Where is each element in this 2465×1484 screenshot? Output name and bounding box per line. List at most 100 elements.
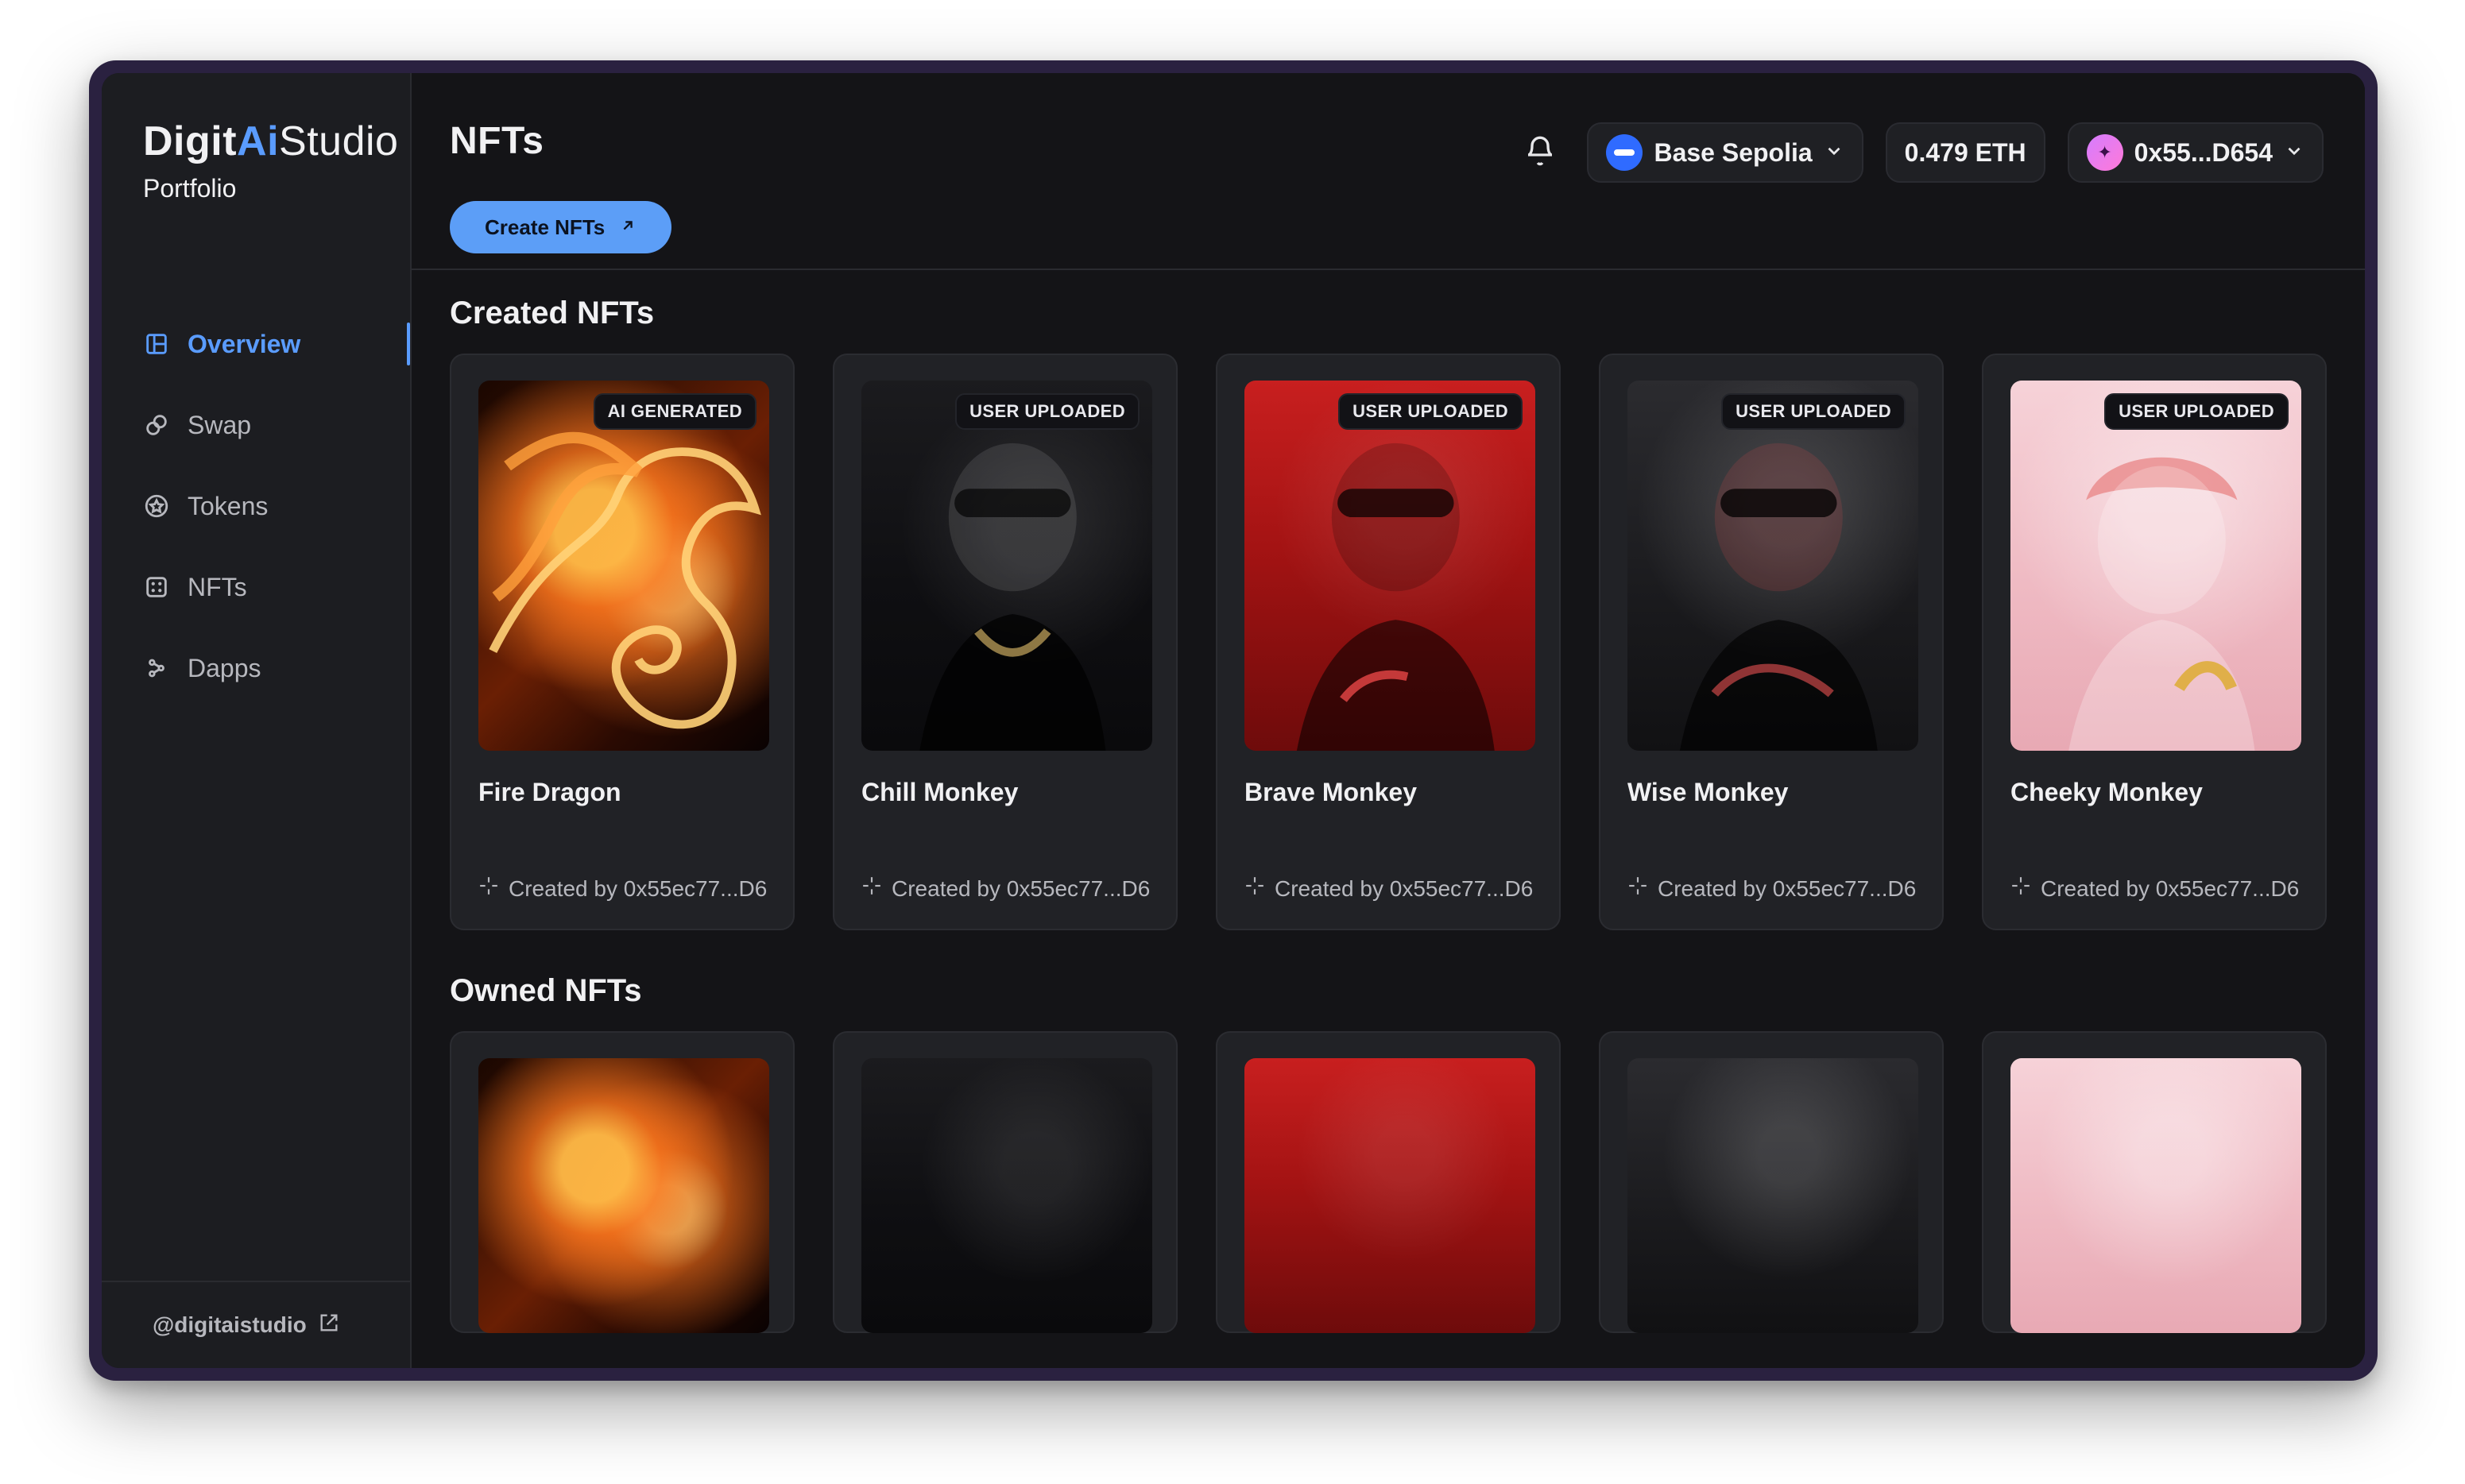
nft-name: Cheeky Monkey: [2010, 778, 2203, 806]
eth-balance: 0.479 ETH: [1885, 122, 2045, 183]
nft-creator-text: Created by 0x55ec77...D6: [509, 875, 768, 901]
nft-card[interactable]: [833, 1031, 1178, 1333]
create-nfts-button[interactable]: Create NFTs: [450, 201, 672, 253]
account-selector[interactable]: ✦ 0x55...D654: [2067, 122, 2324, 183]
sidebar-item-label: Dapps: [188, 653, 261, 682]
nft-badge: USER UPLOADED: [1338, 393, 1523, 430]
arrow-up-right-icon: [619, 215, 637, 240]
nft-badge: AI GENERATED: [593, 393, 757, 430]
layout-icon: [143, 330, 170, 357]
nft-thumbnail: [2010, 1058, 2301, 1333]
nfts-icon: [143, 574, 170, 601]
nft-thumbnail: [1244, 1058, 1535, 1333]
swap-icon: [143, 412, 170, 439]
external-link-icon[interactable]: [318, 1312, 340, 1339]
nft-thumbnail: USER UPLOADED: [2010, 381, 2301, 751]
sparkle-icon: [478, 875, 499, 902]
nft-creator: Created by 0x55ec77...D6: [1244, 875, 1545, 902]
nft-creator-text: Created by 0x55ec77...D6: [892, 875, 1151, 901]
logo-digit: Digit: [143, 118, 238, 164]
nft-thumbnail: [478, 1058, 769, 1333]
sparkle-icon: [1627, 875, 1648, 902]
sparkle-icon: [861, 875, 882, 902]
nft-badge: USER UPLOADED: [955, 393, 1140, 430]
created-nfts-grid: AI GENERATED Fire Dragon Created by 0x55…: [450, 354, 2327, 930]
created-nfts-title: Created NFTs: [450, 296, 655, 330]
nft-thumbnail: AI GENERATED: [478, 381, 769, 751]
top-actions: Base Sepolia 0.479 ETH ✦ 0x55...D654: [1515, 122, 2324, 183]
nft-creator: Created by 0x55ec77...D6: [861, 875, 1162, 902]
account-avatar-icon: ✦: [2086, 134, 2123, 171]
sidebar-item-label: Overview: [188, 329, 301, 358]
sidebar-item-label: Tokens: [188, 491, 269, 520]
main: NFTs Create NFTs Base Sepolia 0.479 ETH …: [412, 73, 2365, 1368]
nft-card[interactable]: [450, 1031, 795, 1333]
sidebar: Digit Ai Studio Portfolio Overview Swap …: [102, 73, 412, 1368]
sidebar-item-dapps[interactable]: Dapps: [102, 628, 410, 709]
nft-name: Chill Monkey: [861, 778, 1019, 806]
sidebar-item-label: NFTs: [188, 572, 247, 601]
nft-creator: Created by 0x55ec77...D6: [478, 875, 779, 902]
nft-card[interactable]: [1599, 1031, 1944, 1333]
network-icon: [1606, 134, 1643, 171]
sidebar-nav: Overview Swap Tokens NFTs Dapps: [102, 303, 410, 709]
nft-card[interactable]: AI GENERATED Fire Dragon Created by 0x55…: [450, 354, 795, 930]
owned-nfts-grid: [450, 1031, 2327, 1333]
logo[interactable]: Digit Ai Studio: [143, 118, 410, 164]
nft-card[interactable]: USER UPLOADED Chill Monkey Created by 0x…: [833, 354, 1178, 930]
nft-creator-text: Created by 0x55ec77...D6: [2041, 875, 2300, 901]
nft-thumbnail: USER UPLOADED: [1627, 381, 1918, 751]
sidebar-item-swap[interactable]: Swap: [102, 385, 410, 466]
sidebar-item-overview[interactable]: Overview: [102, 303, 410, 385]
network-selector[interactable]: Base Sepolia: [1587, 122, 1863, 183]
nft-badge: USER UPLOADED: [1721, 393, 1906, 430]
bell-icon: [1524, 135, 1556, 171]
sidebar-item-label: Swap: [188, 410, 252, 439]
account-label: 0x55...D654: [2134, 137, 2273, 167]
app-window: Digit Ai Studio Portfolio Overview Swap …: [89, 60, 2378, 1381]
dapps-icon: [143, 655, 170, 682]
chevron-down-icon: [1824, 138, 1844, 168]
nft-creator: Created by 0x55ec77...D6: [2010, 875, 2311, 902]
chevron-down-icon: [2284, 138, 2304, 168]
nft-creator: Created by 0x55ec77...D6: [1627, 875, 1928, 902]
monkey-illustration: [861, 381, 1152, 751]
dragon-illustration: [478, 381, 769, 751]
nft-creator-text: Created by 0x55ec77...D6: [1275, 875, 1534, 901]
network-label: Base Sepolia: [1654, 137, 1813, 167]
nft-card[interactable]: USER UPLOADED Wise Monkey Created by 0x5…: [1599, 354, 1944, 930]
nft-thumbnail: USER UPLOADED: [1244, 381, 1535, 751]
sidebar-footer: @digitaistudio: [102, 1281, 410, 1368]
brand-subtitle: Portfolio: [143, 174, 237, 203]
nft-badge: USER UPLOADED: [2104, 393, 2289, 430]
nft-thumbnail: [861, 1058, 1152, 1333]
topbar: NFTs Create NFTs Base Sepolia 0.479 ETH …: [412, 73, 2365, 270]
nft-card[interactable]: USER UPLOADED Brave Monkey Created by 0x…: [1216, 354, 1561, 930]
monkey-illustration: [1627, 381, 1918, 751]
nft-creator-text: Created by 0x55ec77...D6: [1658, 875, 1917, 901]
sparkle-icon: [2010, 875, 2031, 902]
content: Created NFTs AI GENERATED Fire Dragon Cr…: [412, 270, 2365, 1368]
nft-card[interactable]: [1982, 1031, 2327, 1333]
create-nfts-label: Create NFTs: [485, 214, 606, 239]
nft-card[interactable]: USER UPLOADED Cheeky Monkey Created by 0…: [1982, 354, 2327, 930]
sparkle-icon: [1244, 875, 1265, 902]
social-handle-link[interactable]: @digitaistudio: [153, 1312, 307, 1338]
brand: Digit Ai Studio Portfolio: [102, 118, 410, 203]
nft-thumbnail: [1627, 1058, 1918, 1333]
monkey-illustration: [2010, 381, 2301, 751]
monkey-illustration: [1244, 381, 1535, 751]
app-root: Digit Ai Studio Portfolio Overview Swap …: [102, 73, 2365, 1368]
logo-studio: Studio: [279, 118, 399, 164]
nft-thumbnail: USER UPLOADED: [861, 381, 1152, 751]
owned-nfts-title: Owned NFTs: [450, 973, 642, 1008]
logo-ai: Ai: [237, 118, 280, 164]
tokens-icon: [143, 493, 170, 520]
nft-card[interactable]: [1216, 1031, 1561, 1333]
sidebar-item-nfts[interactable]: NFTs: [102, 547, 410, 628]
sidebar-item-tokens[interactable]: Tokens: [102, 466, 410, 547]
nft-name: Brave Monkey: [1244, 778, 1417, 806]
notifications-button[interactable]: [1515, 128, 1565, 177]
nft-name: Wise Monkey: [1627, 778, 1789, 806]
nft-name: Fire Dragon: [478, 778, 621, 806]
